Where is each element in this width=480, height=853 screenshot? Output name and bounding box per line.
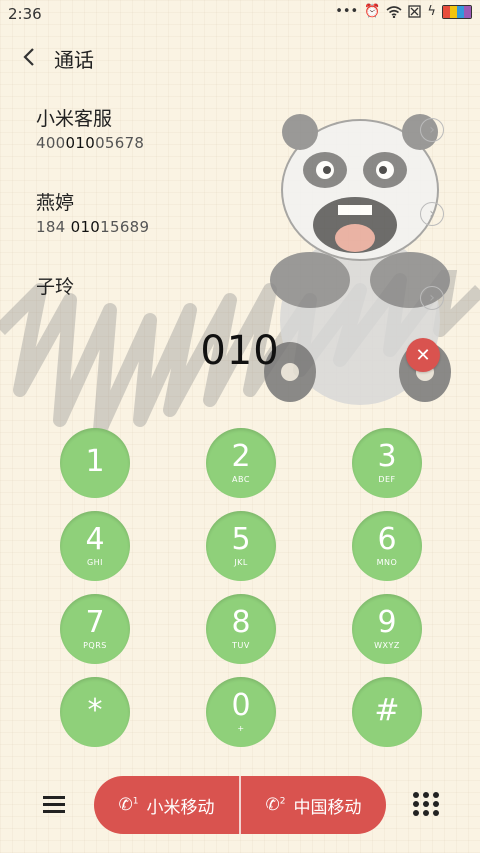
more-icon: ••• [335,4,359,19]
title-bar: 通话 [0,38,480,78]
chevron-left-icon [23,48,34,66]
contact-name: 燕婷 [36,192,75,214]
key-0[interactable]: 0 + [206,677,276,747]
phone-icon: ✆2 [265,795,286,815]
key-9[interactable]: 9 WXYZ [352,594,422,664]
page-title: 通话 [54,48,94,72]
sim2-label: 中国移动 [293,797,362,818]
key-3[interactable]: 3 DEF [352,428,422,498]
sim1-label: 小米移动 [146,797,215,818]
phone-icon: ✆1 [118,795,139,815]
charging-icon: ϟ [427,4,436,19]
contact-item[interactable]: 燕婷 184 01015689 › [0,182,480,266]
battery-icon [442,4,472,19]
key-6[interactable]: 6 MNO [352,511,422,581]
sim-off-icon [408,5,422,18]
dialpad-toggle-button[interactable] [412,790,440,818]
call-button-group: ✆1 小米移动 ✆2 中国移动 [94,776,386,834]
status-time: 2:36 [8,5,42,23]
close-icon: ✕ [415,344,431,366]
contact-number: 40001005678 [36,134,145,152]
status-bar: 2:36 ••• ⏰ ϟ [0,0,480,28]
call-sim1-button[interactable]: ✆1 小米移动 [94,776,239,834]
key-1[interactable]: 1 [60,428,130,498]
key-2[interactable]: 2 ABC [206,428,276,498]
contact-suggestions: 小米客服 40001005678 › 燕婷 184 01015689 › 子玲 … [0,98,480,350]
back-button[interactable] [14,42,44,72]
menu-button[interactable] [40,790,68,818]
wifi-icon [386,5,402,18]
key-5[interactable]: 5 JKL [206,511,276,581]
key-8[interactable]: 8 TUV [206,594,276,664]
alarm-icon: ⏰ [364,4,381,19]
key-4[interactable]: 4 GHI [60,511,130,581]
contact-name: 子玲 [36,276,75,298]
key-hash[interactable]: # [352,677,422,747]
call-sim2-button[interactable]: ✆2 中国移动 [241,776,386,834]
delete-button[interactable]: ✕ [406,338,440,372]
bottom-bar: ✆1 小米移动 ✆2 中国移动 [0,774,480,836]
contact-name: 小米客服 [36,108,113,130]
chevron-right-icon[interactable]: › [420,202,444,226]
key-star[interactable]: * [60,677,130,747]
contact-item[interactable]: 小米客服 40001005678 › [0,98,480,182]
chevron-right-icon[interactable]: › [420,286,444,310]
status-icons: ••• ⏰ ϟ [335,4,472,19]
menu-icon [43,796,65,813]
key-7[interactable]: 7 PQRS [60,594,130,664]
contact-number: 184 01015689 [36,218,150,236]
chevron-right-icon[interactable]: › [420,118,444,142]
